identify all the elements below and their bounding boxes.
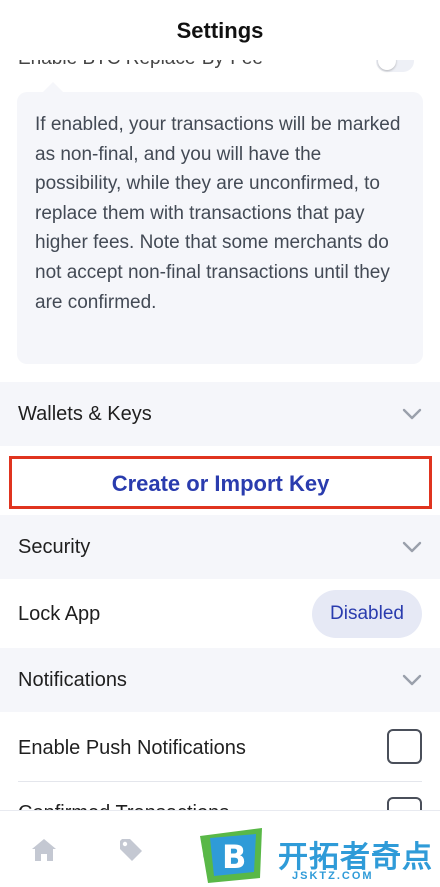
- rbf-info-text: If enabled, your transactions will be ma…: [35, 114, 401, 313]
- chevron-down-icon: [402, 408, 422, 420]
- push-notifications-label: Enable Push Notifications: [18, 737, 246, 759]
- lock-app-row[interactable]: Lock App Disabled: [0, 580, 440, 648]
- lock-app-status-button[interactable]: Disabled: [312, 590, 422, 638]
- section-wallets-keys-label: Wallets & Keys: [18, 403, 152, 425]
- push-notifications-row[interactable]: Enable Push Notifications: [0, 713, 440, 781]
- section-security[interactable]: Security: [0, 515, 440, 579]
- create-or-import-key-button[interactable]: Create or Import Key: [9, 456, 432, 509]
- lock-app-label: Lock App: [18, 603, 101, 625]
- section-notifications[interactable]: Notifications: [0, 648, 440, 712]
- svg-text:B: B: [222, 838, 246, 876]
- rbf-info-box: If enabled, your transactions will be ma…: [17, 82, 423, 364]
- chevron-down-icon: [402, 541, 422, 553]
- home-icon[interactable]: [29, 835, 59, 865]
- section-wallets-keys[interactable]: Wallets & Keys: [0, 382, 440, 446]
- header: Settings: [0, 0, 440, 60]
- watermark-logo: B: [200, 828, 262, 883]
- page-title: Settings: [176, 18, 264, 43]
- push-notifications-checkbox[interactable]: [387, 729, 422, 764]
- tag-icon[interactable]: [116, 835, 146, 865]
- chevron-down-icon: [402, 674, 422, 686]
- watermark-subtitle: JSKTZ.COM: [292, 870, 374, 882]
- section-security-label: Security: [18, 536, 91, 558]
- section-notifications-label: Notifications: [18, 669, 127, 691]
- create-or-import-key-label: Create or Import Key: [111, 471, 330, 496]
- watermark: B 开拓者奇点 JSKTZ.COM: [196, 828, 440, 887]
